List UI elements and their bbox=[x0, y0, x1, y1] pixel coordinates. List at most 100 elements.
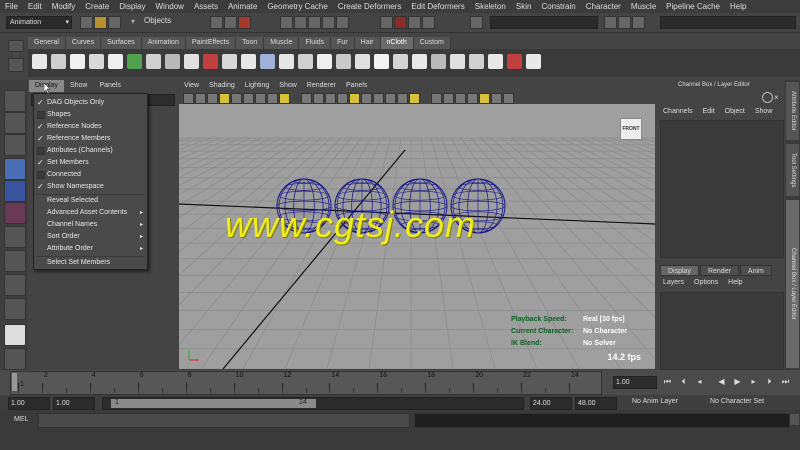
shelf-tab-fur[interactable]: Fur bbox=[331, 37, 355, 49]
anim-layer-label[interactable]: No Anim Layer bbox=[632, 398, 678, 405]
command-input[interactable] bbox=[38, 413, 410, 428]
menu-edit[interactable]: Edit bbox=[23, 2, 47, 11]
layer-menu-options[interactable]: Options bbox=[689, 277, 723, 289]
manipulator-tool-icon[interactable] bbox=[4, 226, 26, 248]
new-scene-icon[interactable] bbox=[80, 16, 93, 29]
command-language-label[interactable]: MEL bbox=[14, 416, 28, 423]
shelf-tool-icon[interactable] bbox=[222, 54, 237, 69]
history-icon[interactable] bbox=[380, 16, 393, 29]
shelf-tab-muscle[interactable]: Muscle bbox=[264, 37, 300, 49]
graph-layout-icon[interactable] bbox=[4, 324, 26, 346]
channel-box-menu-object[interactable]: Object bbox=[720, 106, 750, 118]
viewport-menu-renderer[interactable]: Renderer bbox=[302, 80, 341, 92]
snap-curve-icon[interactable] bbox=[294, 16, 307, 29]
playback-start-field[interactable]: 1.00 bbox=[53, 397, 95, 410]
viewport-tool-icon[interactable] bbox=[467, 93, 478, 104]
shelf-tool-icon[interactable] bbox=[431, 54, 446, 69]
viewport-menu-show[interactable]: Show bbox=[274, 80, 302, 92]
viewport-tool-icon[interactable] bbox=[409, 93, 420, 104]
go-to-start-icon[interactable]: ⏮ bbox=[662, 376, 673, 387]
display-menu-item-select-set-members[interactable]: Select Set Members bbox=[34, 257, 147, 269]
menu-constrain[interactable]: Constrain bbox=[536, 2, 580, 11]
shelf-tool-icon[interactable] bbox=[450, 54, 465, 69]
shelf-tool-icon[interactable] bbox=[507, 54, 522, 69]
snap-grid-icon[interactable] bbox=[280, 16, 293, 29]
shelf-tool-icon[interactable] bbox=[469, 54, 484, 69]
move-tool-icon[interactable] bbox=[4, 158, 26, 180]
menu-muscle[interactable]: Muscle bbox=[626, 2, 661, 11]
channel-box-settings-icon[interactable] bbox=[762, 92, 773, 103]
menu-pipeline-cache[interactable]: Pipeline Cache bbox=[661, 2, 725, 11]
display-menu-item-shapes[interactable]: Shapes bbox=[34, 109, 147, 121]
viewport-tool-icon[interactable] bbox=[207, 93, 218, 104]
shelf-tab-painteffects[interactable]: PaintEffects bbox=[185, 37, 237, 49]
shelf-tool-icon[interactable] bbox=[241, 54, 256, 69]
menu-window[interactable]: Window bbox=[151, 2, 189, 11]
ipr-render-icon[interactable] bbox=[408, 16, 421, 29]
snap-point-icon[interactable] bbox=[308, 16, 321, 29]
playback-end-field[interactable]: 24.00 bbox=[530, 397, 572, 410]
layer-menu-help[interactable]: Help bbox=[723, 277, 747, 289]
display-menu-item-attribute-order[interactable]: Attribute Order ▸ bbox=[34, 243, 147, 255]
channel-box-menu-show[interactable]: Show bbox=[750, 106, 778, 118]
display-menu-item-reveal-selected[interactable]: Reveal Selected bbox=[34, 195, 147, 207]
viewport-tool-icon[interactable] bbox=[243, 93, 254, 104]
shelf-tool-icon[interactable] bbox=[374, 54, 389, 69]
menu-display[interactable]: Display bbox=[114, 2, 150, 11]
input-line-field[interactable] bbox=[490, 16, 598, 29]
view-cube[interactable]: FRONT bbox=[620, 118, 642, 140]
viewport-tool-icon[interactable] bbox=[479, 93, 490, 104]
shelf-tab-toon[interactable]: Toon bbox=[236, 37, 265, 49]
side-tab-tool-settings[interactable]: Tool Settings bbox=[786, 144, 799, 196]
layout-icon[interactable] bbox=[604, 16, 617, 29]
viewport-tool-icon[interactable] bbox=[231, 93, 242, 104]
menu-geometry-cache[interactable]: Geometry Cache bbox=[262, 2, 332, 11]
start-time-field[interactable]: 1.00 bbox=[8, 397, 50, 410]
script-editor-icon[interactable] bbox=[790, 414, 799, 425]
viewport-tool-icon[interactable] bbox=[373, 93, 384, 104]
step-back-frame-icon[interactable]: ◂ bbox=[694, 376, 705, 387]
shelf-tool-icon[interactable] bbox=[146, 54, 161, 69]
display-menu-item-reference-members[interactable]: ✓ Reference Members bbox=[34, 133, 147, 145]
viewport-tool-icon[interactable] bbox=[301, 93, 312, 104]
render-settings-icon[interactable] bbox=[422, 16, 435, 29]
shelf-tab-ncloth[interactable]: nCloth bbox=[380, 37, 414, 49]
viewport-tool-icon[interactable] bbox=[195, 93, 206, 104]
channel-list[interactable] bbox=[660, 120, 784, 258]
shelf-tab-animation[interactable]: Animation bbox=[141, 37, 186, 49]
render-frame-icon[interactable] bbox=[394, 16, 407, 29]
shelf-tab-surfaces[interactable]: Surfaces bbox=[101, 37, 142, 49]
layout-four-icon[interactable] bbox=[4, 274, 26, 296]
display-menu-item-set-members[interactable]: ✓ Set Members bbox=[34, 157, 147, 169]
menu-skeleton[interactable]: Skeleton bbox=[470, 2, 511, 11]
shelf-tool-icon[interactable] bbox=[393, 54, 408, 69]
menu-create[interactable]: Create bbox=[80, 2, 114, 11]
shelf-tab-general[interactable]: General bbox=[28, 37, 66, 49]
channel-box-menu-edit[interactable]: Edit bbox=[698, 106, 720, 118]
range-bar[interactable]: 1 24 bbox=[111, 399, 316, 408]
shelf-tool-icon[interactable] bbox=[526, 54, 541, 69]
select-tool-icon[interactable] bbox=[4, 90, 26, 112]
shelf-tool-icon[interactable] bbox=[127, 54, 142, 69]
time-slider[interactable]: 1 2 4 6 8 10 12 14 16 18 20 22 24 1.00 ⏮ ⏴ ◂ ◀ ▶ ▸ ⏵… bbox=[0, 370, 800, 395]
viewport-tool-icon[interactable] bbox=[349, 93, 360, 104]
viewport-tool-icon[interactable] bbox=[503, 93, 514, 104]
shelf-tool-icon[interactable] bbox=[317, 54, 332, 69]
viewport-tool-icon[interactable] bbox=[255, 93, 266, 104]
step-forward-key-icon[interactable]: ⏵ bbox=[764, 376, 775, 387]
paint-select-tool-icon[interactable] bbox=[4, 134, 26, 156]
hypershade-layout-icon[interactable] bbox=[4, 348, 26, 370]
menu-edit-deformers[interactable]: Edit Deformers bbox=[406, 2, 469, 11]
shelf-tool-icon[interactable] bbox=[51, 54, 66, 69]
channel-box-close-icon[interactable]: × bbox=[774, 93, 779, 102]
display-menu-item-attributes-channels[interactable]: Attributes (Channels) bbox=[34, 145, 147, 157]
layer-tab-display[interactable]: Display bbox=[660, 265, 699, 276]
quick-search-field[interactable] bbox=[660, 16, 796, 29]
viewport-tool-icon[interactable] bbox=[279, 93, 290, 104]
shelf-tab-custom[interactable]: Custom bbox=[413, 37, 451, 49]
shelf-tool-icon[interactable] bbox=[336, 54, 351, 69]
viewport-tool-icon[interactable] bbox=[219, 93, 230, 104]
display-menu-item-show-namespace[interactable]: ✓ Show Namespace bbox=[34, 181, 147, 193]
display-menu-item-connected[interactable]: Connected bbox=[34, 169, 147, 181]
shelf-tab-toggle-icon[interactable] bbox=[8, 40, 24, 52]
